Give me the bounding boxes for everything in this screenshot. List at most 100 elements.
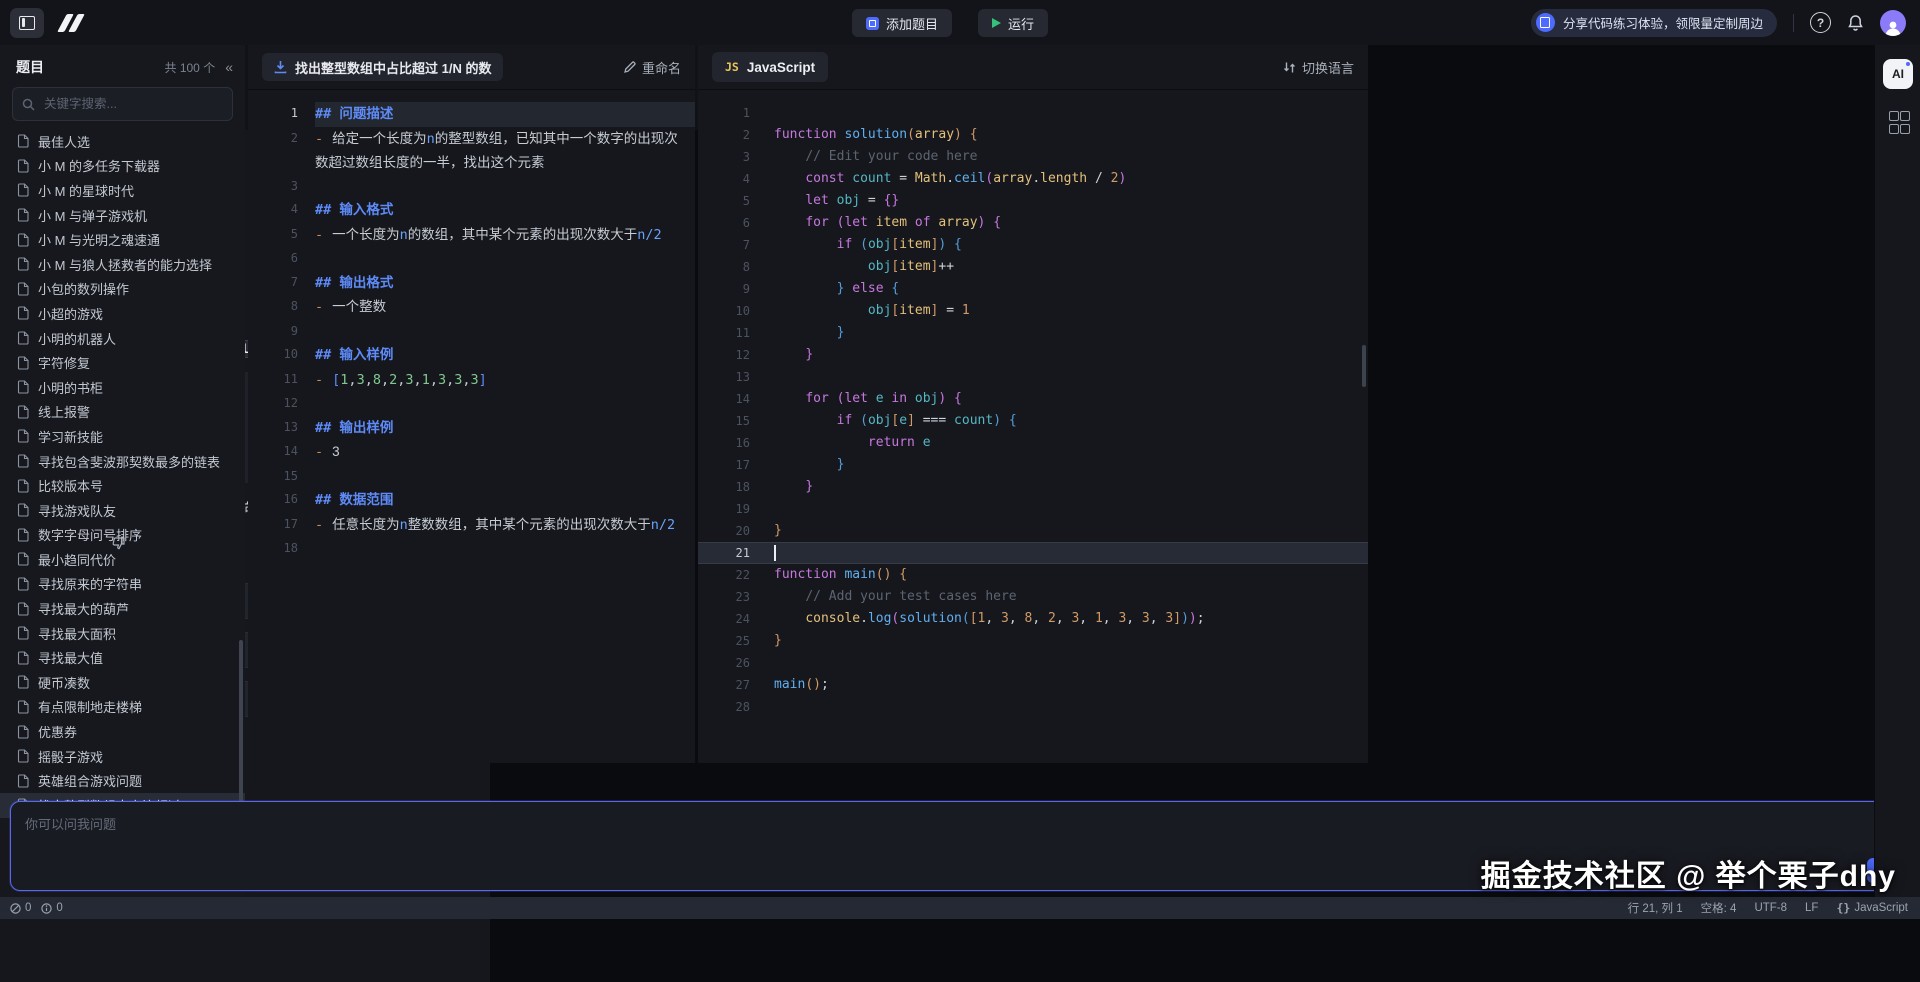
info-indicator[interactable]: 0 — [41, 902, 62, 914]
markdown-line[interactable]: 17-任意长度为n整数数组，其中某个元素的出现次数大于n/2 — [248, 513, 695, 538]
markdown-line[interactable]: 10## 输入样例 — [248, 343, 695, 368]
sidebar-question-item[interactable]: 小 M 与光明之魂速通 — [0, 227, 245, 252]
ai-chat-input[interactable] — [23, 812, 1895, 856]
sidebar-question-item[interactable]: 寻找游戏队友 — [0, 498, 245, 523]
markdown-line[interactable]: 16## 数据范围 — [248, 488, 695, 513]
question-title-chip[interactable]: 找出整型数组中占比超过 1/N 的数 — [262, 53, 503, 81]
sidebar-question-item[interactable]: 小 M 与狼人拯救者的能力选择 — [0, 252, 245, 277]
sidebar-question-item[interactable]: 小 M 的星球时代 — [0, 178, 245, 203]
help-icon[interactable]: ? — [1810, 12, 1831, 33]
code-line[interactable]: 24 console.log(solution([1, 3, 8, 2, 3, … — [698, 608, 1368, 630]
code-line[interactable]: 26 — [698, 652, 1368, 674]
code-line[interactable]: 19 — [698, 498, 1368, 520]
code-line[interactable]: 25} — [698, 630, 1368, 652]
sidebar-question-item[interactable]: 小 M 与弹子游戏机 — [0, 203, 245, 228]
code-line[interactable]: 22function main() { — [698, 564, 1368, 586]
sidebar-question-item[interactable]: 小超的游戏 — [0, 301, 245, 326]
run-button[interactable]: 运行 — [978, 9, 1048, 37]
code-line[interactable]: 17 } — [698, 454, 1368, 476]
markdown-line[interactable]: 7## 输出格式 — [248, 271, 695, 296]
code-line[interactable]: 18 } — [698, 476, 1368, 498]
ai-assistant-toggle-button[interactable]: AI — [1883, 59, 1913, 89]
code-line[interactable]: 2function solution(array) { — [698, 124, 1368, 146]
markdown-line[interactable]: 6 — [248, 247, 695, 271]
code-line[interactable]: 4 const count = Math.ceil(array.length /… — [698, 168, 1368, 190]
rename-button[interactable]: 重命名 — [623, 58, 681, 77]
search-input[interactable] — [42, 96, 223, 112]
code-line[interactable]: 12 } — [698, 344, 1368, 366]
markdown-line[interactable]: 13## 输出样例 — [248, 416, 695, 441]
sidebar-question-item[interactable]: 有点限制地走楼梯 — [0, 695, 245, 720]
markdown-line[interactable]: 12 — [248, 392, 695, 416]
code-line[interactable]: 7 if (obj[item]) { — [698, 234, 1368, 256]
sidebar-question-item[interactable]: 比较版本号 — [0, 473, 245, 498]
code-line[interactable]: 3 // Edit your code here — [698, 146, 1368, 168]
code-line[interactable]: 6 for (let item of array) { — [698, 212, 1368, 234]
code-line[interactable]: 15 if (obj[e] === count) { — [698, 410, 1368, 432]
markdown-line[interactable]: 15 — [248, 465, 695, 489]
switch-language-button[interactable]: 切换语言 — [1283, 58, 1354, 77]
indent-setting[interactable]: 空格: 4 — [1701, 900, 1737, 916]
markdown-line[interactable]: 5-一个长度为n的数组，其中某个元素的出现次数大于n/2 — [248, 223, 695, 248]
code-line[interactable]: 20} — [698, 520, 1368, 542]
code-line[interactable]: 21 — [698, 542, 1368, 564]
markdown-line[interactable]: 9 — [248, 320, 695, 344]
promo-badge[interactable]: 分享代码练习体验，领限量定制周边 — [1531, 9, 1777, 37]
code-line[interactable]: 13 — [698, 366, 1368, 388]
code-editor[interactable]: 12function solution(array) {3 // Edit yo… — [698, 90, 1368, 718]
sidebar-question-item[interactable]: 小明的书柜 — [0, 375, 245, 400]
add-question-button[interactable]: 添加题目 — [852, 9, 952, 37]
markdown-line[interactable]: 11-[1,3,8,2,3,1,3,3,3] — [248, 368, 695, 393]
code-line[interactable]: 5 let obj = {} — [698, 190, 1368, 212]
bell-icon[interactable] — [1847, 14, 1864, 32]
markdown-editor[interactable]: 1## 问题描述2-给定一个长度为n的整型数组，已知其中一个数字的出现次数超过数… — [248, 90, 695, 561]
sidebar-question-item[interactable]: 英雄组合游戏问题 — [0, 768, 245, 793]
marscode-logo[interactable] — [62, 14, 80, 32]
sidebar-question-item[interactable]: 学习新技能 — [0, 424, 245, 449]
sidebar-question-item[interactable]: 寻找包含斐波那契数最多的链表 — [0, 449, 245, 474]
toggle-sidebar-button[interactable] — [10, 8, 44, 38]
app-root: 添加题目 运行 分享代码练习体验，领限量定制周边 ? 题目 — [0, 0, 1920, 919]
sidebar-question-item[interactable]: 最佳人选 — [0, 129, 245, 154]
sidebar-question-item[interactable]: 小包的数列操作 — [0, 277, 245, 302]
markdown-line[interactable]: 4## 输入格式 — [248, 198, 695, 223]
code-line[interactable]: 16 return e — [698, 432, 1368, 454]
error-indicator[interactable]: 0 — [10, 902, 31, 914]
sidebar-question-item[interactable]: 硬币凑数 — [0, 670, 245, 695]
user-avatar[interactable] — [1880, 10, 1906, 36]
sidebar-question-item[interactable]: 寻找最大的葫芦 — [0, 596, 245, 621]
code-line[interactable]: 14 for (let e in obj) { — [698, 388, 1368, 410]
markdown-line[interactable]: 18 — [248, 537, 695, 561]
markdown-line[interactable]: 8-一个整数 — [248, 295, 695, 320]
markdown-line[interactable]: 1## 问题描述 — [248, 102, 695, 127]
encoding-setting[interactable]: UTF-8 — [1754, 902, 1787, 914]
code-line[interactable]: 27main(); — [698, 674, 1368, 696]
sidebar-question-item[interactable]: 寻找最大面积 — [0, 621, 245, 646]
tab-javascript[interactable]: JS JavaScript — [712, 52, 828, 82]
code-line[interactable]: 10 obj[item] = 1 — [698, 300, 1368, 322]
code-line[interactable]: 11 } — [698, 322, 1368, 344]
sidebar-question-item[interactable]: 小 M 的多任务下载器 — [0, 154, 245, 179]
sidebar-question-item[interactable]: 寻找原来的字符串 — [0, 572, 245, 597]
code-line[interactable]: 28 — [698, 696, 1368, 718]
cursor-position[interactable]: 行 21, 列 1 — [1628, 900, 1683, 916]
code-line[interactable]: 1 — [698, 102, 1368, 124]
code-line[interactable]: 23 // Add your test cases here — [698, 586, 1368, 608]
markdown-line[interactable]: 2-给定一个长度为n的整型数组，已知其中一个数字的出现次数超过数组长度的一半，找… — [248, 127, 695, 175]
markdown-line[interactable]: 3 — [248, 175, 695, 199]
apps-grid-icon[interactable] — [1889, 111, 1908, 134]
language-mode[interactable]: {}JavaScript — [1836, 901, 1908, 915]
sidebar-question-item[interactable]: 线上报警 — [0, 400, 245, 425]
code-line[interactable]: 9 } else { — [698, 278, 1368, 300]
code-line[interactable]: 8 obj[item]++ — [698, 256, 1368, 278]
sidebar-question-item[interactable]: 优惠券 — [0, 719, 245, 744]
sidebar-question-item[interactable]: 字符修复 — [0, 350, 245, 375]
collapse-sidebar-icon[interactable]: « — [225, 59, 233, 75]
sidebar-question-item[interactable]: 摇骰子游戏 — [0, 744, 245, 769]
markdown-line[interactable]: 14-3 — [248, 440, 695, 465]
eol-setting[interactable]: LF — [1805, 902, 1818, 914]
sidebar-question-item[interactable]: 最小趋同代价 — [0, 547, 245, 572]
sidebar-question-item[interactable]: 寻找最大值 — [0, 645, 245, 670]
editor-scrollbar[interactable] — [1362, 345, 1366, 387]
sidebar-question-item[interactable]: 小明的机器人 — [0, 326, 245, 351]
